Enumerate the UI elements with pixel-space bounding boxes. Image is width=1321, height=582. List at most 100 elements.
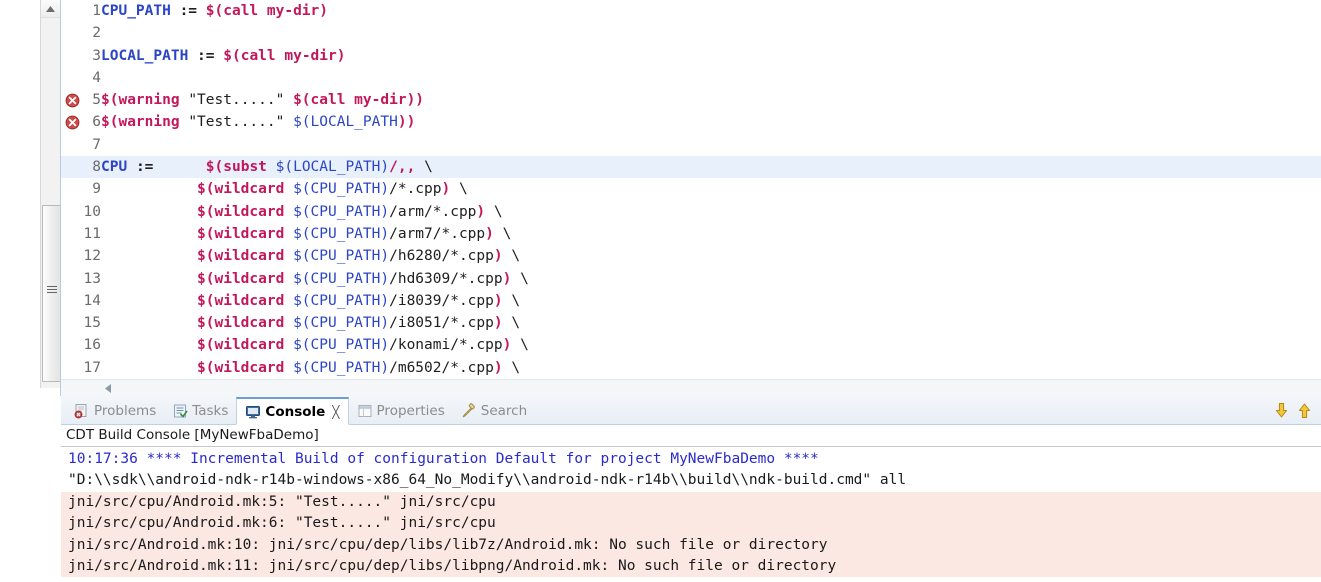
- line-number: 16: [83, 337, 101, 354]
- code-text: CPU := $(subst $(LOCAL_PATH)/,, \: [101, 159, 433, 175]
- line-number: 13: [83, 270, 101, 287]
- error-icon[interactable]: [65, 115, 80, 130]
- code-line[interactable]: 9 $(wildcard $(CPU_PATH)/*.cpp) \: [61, 178, 1321, 200]
- console-line: jni/src/cpu/Android.mk:6: "Test....." jn…: [61, 513, 1321, 535]
- code-text: $(wildcard $(CPU_PATH)/i8039/*.cpp) \: [101, 293, 520, 309]
- code-token: $(CPU_PATH): [293, 181, 390, 198]
- code-line[interactable]: 13 $(wildcard $(CPU_PATH)/hd6309/*.cpp) …: [61, 268, 1321, 290]
- code-line[interactable]: 7: [61, 134, 1321, 156]
- code-token: \: [502, 248, 521, 265]
- tab-problems[interactable]: Problems: [66, 397, 164, 424]
- scroll-down-icon[interactable]: [1273, 402, 1290, 419]
- code-token: \: [511, 337, 529, 354]
- code-token: $(CPU_PATH): [293, 203, 390, 220]
- scrollbar-grip-icon: [47, 286, 57, 295]
- code-token: /*.cpp: [389, 181, 442, 198]
- code-token: LOCAL_PATH: [101, 47, 189, 64]
- view-tabs: Problems Tasks Console ╳ Properties Search: [66, 397, 535, 425]
- code-token: $(wildcard: [197, 203, 285, 220]
- code-token: )): [397, 114, 416, 131]
- code-token: $(wildcard: [197, 337, 285, 354]
- code-line[interactable]: 12 $(wildcard $(CPU_PATH)/h6280/*.cpp) \: [61, 245, 1321, 267]
- code-line[interactable]: 8CPU := $(subst $(LOCAL_PATH)/,, \: [61, 156, 1321, 179]
- console-line: jni/src/Android.mk:10: jni/src/cpu/dep/l…: [61, 534, 1321, 556]
- console-output[interactable]: 10:17:36 **** Incremental Build of confi…: [61, 447, 1321, 582]
- code-viewport[interactable]: 1CPU_PATH := $(call my-dir) 2 3LOCAL_PATH …: [61, 0, 1321, 379]
- scrollbar-up-arrow-icon[interactable]: [41, 0, 60, 18]
- code-line[interactable]: 5$(warning "Test....." $(call my-dir)): [61, 89, 1321, 111]
- code-token: "Test.....": [188, 114, 285, 131]
- line-number: 4: [92, 69, 101, 86]
- code-line[interactable]: 10 $(wildcard $(CPU_PATH)/arm/*.cpp) \: [61, 201, 1321, 223]
- editor-horizontal-scrollbar[interactable]: [61, 379, 1321, 397]
- code-token: \: [502, 315, 521, 332]
- code-token: \: [511, 270, 529, 287]
- code-line[interactable]: 6$(warning "Test....." $(LOCAL_PATH)): [61, 111, 1321, 133]
- code-line[interactable]: 14 $(wildcard $(CPU_PATH)/i8039/*.cpp) \: [61, 290, 1321, 312]
- close-icon[interactable]: ╳: [332, 405, 339, 419]
- tab-label: Problems: [94, 402, 157, 419]
- tab-tasks[interactable]: Tasks: [164, 397, 236, 424]
- tab-properties[interactable]: Properties: [349, 397, 453, 424]
- code-line[interactable]: 2: [61, 22, 1321, 44]
- tab-console[interactable]: Console ╳: [236, 397, 349, 425]
- code-token: /i8051/*.cpp: [389, 315, 494, 332]
- line-number: 8: [92, 159, 101, 176]
- code-token: $(call my-dir): [205, 3, 328, 19]
- code-line[interactable]: 3LOCAL_PATH := $(call my-dir): [61, 45, 1321, 67]
- code-token: \: [493, 225, 512, 242]
- code-line[interactable]: 17 $(wildcard $(CPU_PATH)/m6502/*.cpp) \: [61, 357, 1321, 379]
- code-token: CPU: [101, 159, 128, 176]
- tab-search[interactable]: Search: [453, 397, 535, 424]
- code-line[interactable]: 11 $(wildcard $(CPU_PATH)/arm7/*.cpp) \: [61, 223, 1321, 245]
- line-number: 7: [92, 136, 101, 153]
- code-text: LOCAL_PATH := $(call my-dir): [101, 48, 345, 64]
- line-number: 14: [83, 292, 101, 309]
- code-token: $(CPU_PATH): [293, 225, 390, 242]
- code-line[interactable]: 15 $(wildcard $(CPU_PATH)/i8051/*.cpp) \: [61, 312, 1321, 334]
- scrollbar-thumb[interactable]: [42, 205, 61, 382]
- code-line[interactable]: 4: [61, 67, 1321, 89]
- tab-label: Console: [265, 403, 326, 420]
- code-token: $(CPU_PATH): [293, 270, 390, 287]
- tasks-icon: [172, 403, 188, 419]
- code-text: $(wildcard $(CPU_PATH)/arm7/*.cpp) \: [101, 226, 511, 242]
- code-token: $(LOCAL_PATH): [275, 159, 390, 176]
- properties-icon: [357, 403, 373, 419]
- editor-left-margin: [0, 0, 36, 396]
- editor-vertical-scrollbar[interactable]: [40, 0, 61, 388]
- scroll-up-icon[interactable]: [1296, 402, 1313, 419]
- search-icon: [461, 402, 477, 419]
- source-editor: 1CPU_PATH := $(call my-dir) 2 3LOCAL_PATH …: [0, 0, 1321, 397]
- code-token: $(CPU_PATH): [293, 359, 390, 376]
- code-text: CPU_PATH := $(call my-dir): [101, 3, 328, 19]
- code-token: $(LOCAL_PATH: [293, 114, 398, 131]
- code-text: $(wildcard $(CPU_PATH)/i8051/*.cpp) \: [101, 315, 520, 331]
- code-line[interactable]: 16 $(wildcard $(CPU_PATH)/konami/*.cpp) …: [61, 334, 1321, 356]
- error-icon[interactable]: [65, 93, 80, 108]
- code-token: $(wildcard: [197, 292, 285, 309]
- hscrollbar-left-arrow-icon[interactable]: [99, 380, 116, 397]
- code-line[interactable]: 1CPU_PATH := $(call my-dir): [61, 0, 1321, 22]
- code-token: \: [415, 159, 433, 176]
- code-token: $(wildcard: [197, 359, 285, 376]
- code-token: $(wildcard: [197, 181, 285, 198]
- code-token: /i8039/*.cpp: [389, 292, 494, 309]
- code-token: /arm7/*.cpp: [389, 225, 486, 242]
